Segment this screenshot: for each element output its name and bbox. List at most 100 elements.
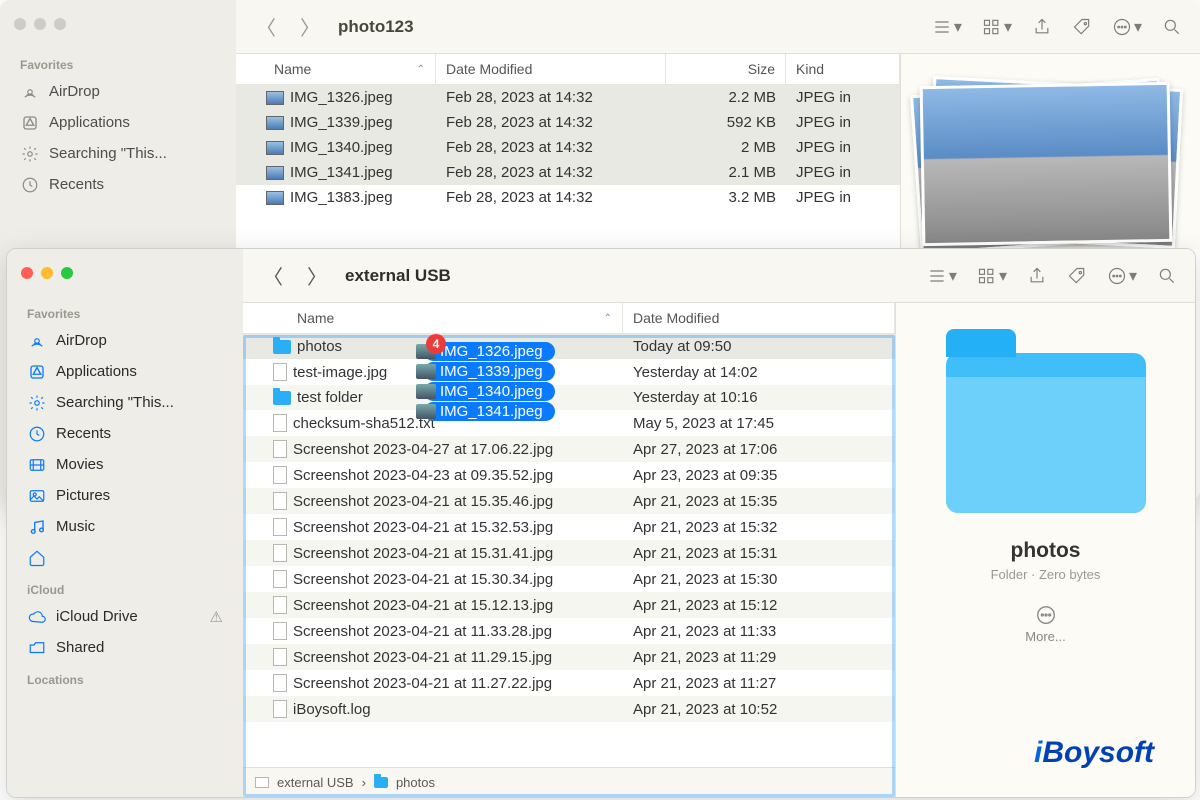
search-button[interactable] — [1158, 17, 1186, 37]
action-button[interactable]: ▾ — [1108, 17, 1146, 37]
table-row[interactable]: Screenshot 2023-04-21 at 11.27.22.jpg Ap… — [243, 670, 895, 696]
table-row[interactable]: iBoysoft.log Apr 21, 2023 at 10:52 — [243, 696, 895, 722]
document-icon — [273, 492, 287, 510]
table-row[interactable]: IMG_1340.jpeg Feb 28, 2023 at 14:32 2 MB… — [236, 135, 900, 160]
close-button[interactable] — [21, 267, 33, 279]
chevron-right-icon: › — [362, 775, 366, 790]
table-row[interactable]: IMG_1339.jpeg Feb 28, 2023 at 14:32 592 … — [236, 110, 900, 135]
table-row[interactable]: Screenshot 2023-04-21 at 15.32.53.jpg Ap… — [243, 514, 895, 540]
drag-item: IMG_1339.jpeg — [424, 362, 555, 381]
col-kind[interactable]: Kind — [786, 54, 900, 84]
sidebar-item-clock[interactable]: Recents — [7, 418, 243, 449]
nav-back-button[interactable]: 〈 — [257, 261, 289, 290]
document-icon — [273, 674, 287, 692]
fullscreen-button[interactable] — [61, 267, 73, 279]
file-name: Screenshot 2023-04-21 at 15.35.46.jpg — [293, 493, 553, 510]
group-button[interactable]: ▾ — [978, 17, 1016, 37]
document-icon — [273, 700, 287, 718]
tag-button[interactable] — [1063, 266, 1091, 286]
path-segment[interactable]: photos — [396, 775, 435, 790]
file-size: 2 MB — [666, 135, 786, 160]
movies-icon — [27, 455, 46, 474]
nav-back-button[interactable]: 〈 — [250, 12, 282, 41]
path-segment[interactable]: external USB — [277, 775, 354, 790]
image-thumb-icon — [266, 191, 284, 205]
table-row[interactable]: Screenshot 2023-04-27 at 17.06.22.jpg Ap… — [243, 436, 895, 462]
sidebar-item-cloud[interactable]: iCloud Drive ⚠︎ — [7, 601, 243, 632]
table-row[interactable]: IMG_1341.jpeg Feb 28, 2023 at 14:32 2.1 … — [236, 160, 900, 185]
col-name[interactable]: Name — [243, 303, 623, 333]
sidebar-item-pictures[interactable]: Pictures — [7, 480, 243, 511]
table-row[interactable]: Screenshot 2023-04-21 at 15.35.46.jpg Ap… — [243, 488, 895, 514]
sidebar-item-clock[interactable]: Recents — [0, 169, 236, 200]
sidebar-item-music[interactable]: Music — [7, 511, 243, 542]
main-pane: 〈 〉 external USB ▾ ▾ ▾ Name Date Modifie… — [243, 249, 1195, 797]
nav-forward-button[interactable]: 〉 — [301, 261, 333, 290]
sidebar-item-apps[interactable]: Applications — [7, 356, 243, 387]
table-row[interactable]: Screenshot 2023-04-21 at 15.31.41.jpg Ap… — [243, 540, 895, 566]
share-button[interactable] — [1028, 17, 1056, 37]
file-date: Apr 21, 2023 at 15:12 — [623, 593, 895, 618]
file-kind: JPEG in — [786, 185, 900, 210]
view-list-button[interactable]: ▾ — [928, 17, 966, 37]
file-name: IMG_1341.jpeg — [290, 164, 393, 181]
table-row[interactable]: photos Today at 09:50 — [243, 334, 895, 359]
sidebar-item-gear[interactable]: Searching "This... — [7, 387, 243, 418]
action-button[interactable]: ▾ — [1103, 266, 1141, 286]
document-icon — [273, 622, 287, 640]
file-name: test-image.jpg — [293, 364, 387, 381]
nav-forward-button[interactable]: 〉 — [294, 12, 326, 41]
file-date: Yesterday at 10:16 — [623, 385, 895, 410]
table-row[interactable]: IMG_1383.jpeg Feb 28, 2023 at 14:32 3.2 … — [236, 185, 900, 210]
table-row[interactable]: test-image.jpg Yesterday at 14:02 — [243, 359, 895, 385]
file-date: Feb 28, 2023 at 14:32 — [436, 135, 666, 160]
apps-icon — [27, 362, 46, 381]
table-row[interactable]: checksum-sha512.txt May 5, 2023 at 17:45 — [243, 410, 895, 436]
file-size: 2.2 MB — [666, 85, 786, 110]
table-row[interactable]: test folder Yesterday at 10:16 — [243, 385, 895, 410]
file-date: Feb 28, 2023 at 14:32 — [436, 85, 666, 110]
table-row[interactable]: Screenshot 2023-04-21 at 11.29.15.jpg Ap… — [243, 644, 895, 670]
file-list[interactable]: IMG_1326.jpeg Feb 28, 2023 at 14:32 2.2 … — [236, 85, 900, 210]
sidebar-item-shared[interactable]: Shared — [7, 632, 243, 663]
share-button[interactable] — [1023, 266, 1051, 286]
tag-button[interactable] — [1068, 17, 1096, 37]
col-name[interactable]: Name — [236, 54, 436, 84]
col-date[interactable]: Date Modified — [436, 54, 666, 84]
path-bar[interactable]: external USB › photos — [243, 767, 895, 797]
col-date[interactable]: Date Modified — [623, 303, 895, 333]
sidebar-section-head: Favorites — [0, 48, 236, 76]
folder-icon — [374, 777, 388, 788]
document-icon — [273, 414, 287, 432]
sidebar-item-airdrop[interactable]: AirDrop — [0, 76, 236, 107]
table-row[interactable]: IMG_1326.jpeg Feb 28, 2023 at 14:32 2.2 … — [236, 85, 900, 110]
table-row[interactable]: Screenshot 2023-04-21 at 15.12.13.jpg Ap… — [243, 592, 895, 618]
view-list-button[interactable]: ▾ — [923, 266, 961, 286]
drag-ghost: 4 IMG_1326.jpegIMG_1339.jpegIMG_1340.jpe… — [424, 342, 555, 422]
close-button[interactable] — [14, 18, 26, 30]
watermark: iiBoysoftBoysoft — [1034, 736, 1154, 770]
minimize-button[interactable] — [41, 267, 53, 279]
file-kind: JPEG in — [786, 160, 900, 185]
sidebar-section-head: iCloud — [7, 573, 243, 601]
sidebar-item-gear[interactable]: Searching "This... — [0, 138, 236, 169]
minimize-button[interactable] — [34, 18, 46, 30]
sidebar-section-head: Locations — [7, 663, 243, 691]
file-kind: JPEG in — [786, 110, 900, 135]
table-row[interactable]: Screenshot 2023-04-21 at 11.33.28.jpg Ap… — [243, 618, 895, 644]
group-button[interactable]: ▾ — [973, 266, 1011, 286]
table-row[interactable]: Screenshot 2023-04-21 at 15.30.34.jpg Ap… — [243, 566, 895, 592]
sidebar-item-apps[interactable]: Applications — [0, 107, 236, 138]
file-name: checksum-sha512.txt — [293, 415, 435, 432]
sidebar-item-airdrop[interactable]: AirDrop — [7, 325, 243, 356]
search-button[interactable] — [1153, 266, 1181, 286]
file-list[interactable]: photos Today at 09:50 test-image.jpg Yes… — [243, 334, 895, 767]
sidebar-item-movies[interactable]: Movies — [7, 449, 243, 480]
fullscreen-button[interactable] — [54, 18, 66, 30]
sidebar-item-home[interactable] — [7, 542, 243, 573]
file-name: IMG_1383.jpeg — [290, 189, 393, 206]
table-row[interactable]: Screenshot 2023-04-23 at 09.35.52.jpg Ap… — [243, 462, 895, 488]
sidebar-item-label: Recents — [49, 176, 104, 193]
preview-more-button[interactable]: More... — [1025, 604, 1065, 644]
col-size[interactable]: Size — [666, 54, 786, 84]
